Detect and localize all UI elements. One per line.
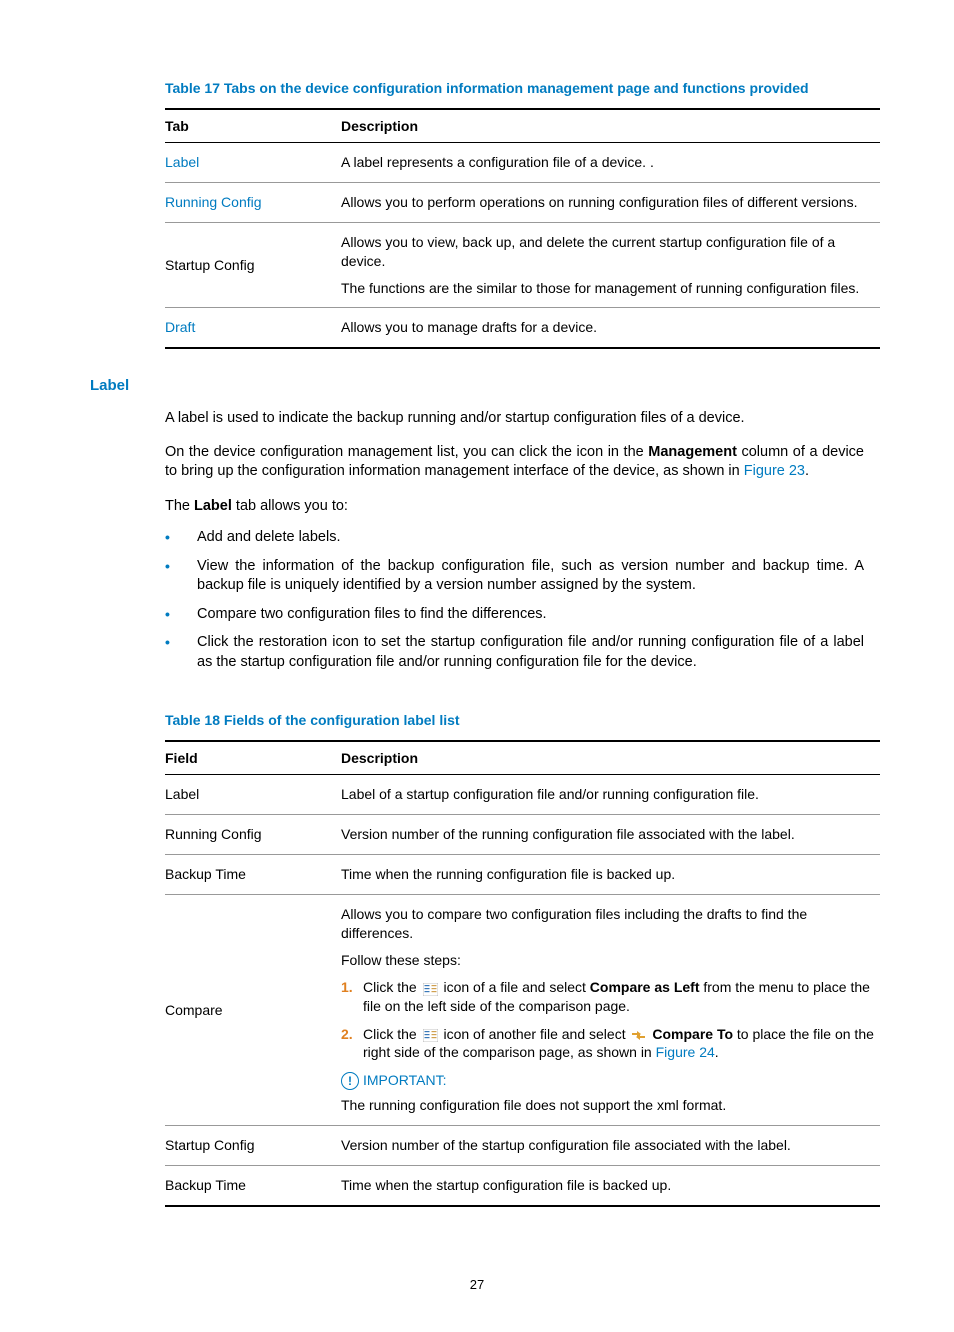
important-icon: ! [341,1072,359,1090]
table-row: Draft Allows you to manage drafts for a … [165,308,880,348]
compare-menu-icon [423,982,438,995]
table18-caption: Table 18 Fields of the configuration lab… [165,712,864,728]
table18-header-desc: Description [341,741,880,775]
compare-steps: Click the icon of a file and select Comp… [341,978,874,1063]
startup-config-label: Startup Config [165,222,341,308]
important-label: IMPORTANT: [363,1071,447,1090]
label-bullet-list: Add and delete labels. View the informat… [165,528,864,672]
field-label: Backup Time [165,1166,341,1206]
table17-desc: Allows you to manage drafts for a device… [341,308,880,348]
field-desc: Label of a startup configuration file an… [341,775,880,815]
page: Table 17 Tabs on the device configuratio… [0,0,954,1332]
table17-caption: Table 17 Tabs on the device configuratio… [165,80,864,96]
table-row: Compare Allows you to compare two config… [165,895,880,1126]
field-desc: Time when the running configuration file… [341,855,880,895]
table-row: Running Config Allows you to perform ope… [165,182,880,222]
step-2: Click the icon of another file and selec… [341,1025,874,1063]
field-desc-compare: Allows you to compare two configuration … [341,895,880,1126]
table18: Field Description Label Label of a start… [165,740,880,1206]
table17: Tab Description Label A label represents… [165,108,880,349]
step-1: Click the icon of a file and select Comp… [341,978,874,1016]
label-intro-1: A label is used to indicate the backup r… [165,409,864,429]
table-row: Startup Config Allows you to view, back … [165,222,880,308]
list-item: Click the restoration icon to set the st… [165,633,864,672]
important-callout: ! IMPORTANT: [341,1071,874,1090]
table17-desc: Allows you to perform operations on runn… [341,182,880,222]
list-item: Add and delete labels. [165,528,864,548]
page-number: 27 [90,1277,864,1292]
link-running-config-tab[interactable]: Running Config [165,194,262,210]
field-label: Label [165,775,341,815]
table18-header-field: Field [165,741,341,775]
compare-to-icon [631,1028,646,1041]
label-intro-3: The Label tab allows you to: [165,497,864,517]
field-desc: Version number of the running configurat… [341,815,880,855]
link-draft-tab[interactable]: Draft [165,319,195,335]
label-intro-2: On the device configuration management l… [165,443,864,482]
list-item: Compare two configuration files to find … [165,605,864,625]
link-label-tab[interactable]: Label [165,154,199,170]
section-heading-label: Label [90,377,864,394]
link-figure-23[interactable]: Figure 23 [744,463,805,479]
table17-desc: A label represents a configuration file … [341,143,880,183]
table17-header-tab: Tab [165,109,341,143]
table-row: Startup Config Version number of the sta… [165,1126,880,1166]
table-row: Running Config Version number of the run… [165,815,880,855]
field-label: Startup Config [165,1126,341,1166]
table-row: Backup Time Time when the running config… [165,855,880,895]
compare-menu-icon [423,1028,438,1041]
important-text: The running configuration file does not … [341,1096,874,1115]
table-row: Label Label of a startup configuration f… [165,775,880,815]
table-row: Backup Time Time when the startup config… [165,1166,880,1206]
list-item: View the information of the backup confi… [165,557,864,596]
field-label: Compare [165,895,341,1126]
field-label: Backup Time [165,855,341,895]
field-desc: Time when the startup configuration file… [341,1166,880,1206]
link-figure-24[interactable]: Figure 24 [656,1044,715,1060]
table-row: Label A label represents a configuration… [165,143,880,183]
field-label: Running Config [165,815,341,855]
table17-header-desc: Description [341,109,880,143]
table17-desc: Allows you to view, back up, and delete … [341,222,880,308]
field-desc: Version number of the startup configurat… [341,1126,880,1166]
